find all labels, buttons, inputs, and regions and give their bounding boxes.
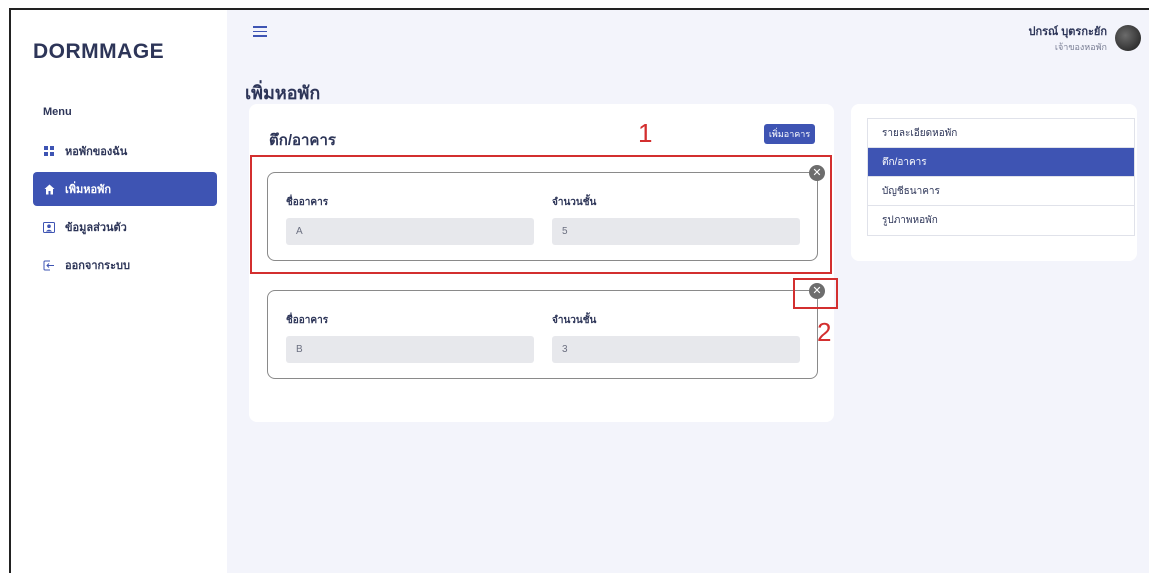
sidebar-item-label: เพิ่มหอพัก bbox=[65, 184, 112, 196]
sidebar-item-label: ข้อมูลส่วนตัว bbox=[65, 222, 127, 234]
annotation-number-1: 1 bbox=[638, 118, 653, 148]
sidebar-nav: หอพักของฉัน เพิ่มหอพัก ข้อมูลส่วนตัว ออก… bbox=[33, 134, 217, 286]
building-card-title: ตึก/อาคาร bbox=[269, 132, 336, 149]
building-name-label: ชื่ออาคาร bbox=[286, 315, 329, 326]
side-nav-item-details[interactable]: รายละเอียดหอพัก bbox=[868, 119, 1134, 148]
building-name-input[interactable]: B bbox=[286, 336, 534, 363]
sidebar-item-logout[interactable]: ออกจากระบบ bbox=[33, 248, 217, 282]
logout-icon bbox=[43, 259, 55, 271]
sidebar: DORMMAGE Menu หอพักของฉัน เพิ่มหอพัก ข้อ… bbox=[11, 10, 227, 573]
side-nav-list: รายละเอียดหอพัก ตึก/อาคาร บัญชีธนาคาร รู… bbox=[867, 118, 1135, 236]
user-profile[interactable]: ปกรณ์ บุตรกะยัก เจ้าของหอพัก bbox=[1028, 22, 1141, 54]
user-card-icon bbox=[43, 221, 55, 233]
building-entry: ชื่ออาคาร จำนวนชั้น B 3 ✕ bbox=[267, 283, 825, 379]
annotation-number-2: 2 bbox=[817, 317, 832, 347]
sidebar-item-label: หอพักของฉัน bbox=[65, 146, 128, 158]
floor-count-label: จำนวนชั้น bbox=[552, 315, 597, 326]
sidebar-item-my-dorms[interactable]: หอพักของฉัน bbox=[33, 134, 217, 168]
add-building-button[interactable]: เพิ่มอาคาร bbox=[764, 124, 815, 144]
sidebar-item-add-dorm[interactable]: เพิ่มหอพัก bbox=[33, 172, 217, 206]
grid-icon bbox=[43, 145, 55, 157]
sidebar-item-profile[interactable]: ข้อมูลส่วนตัว bbox=[33, 210, 217, 244]
side-nav-card: รายละเอียดหอพัก ตึก/อาคาร บัญชีธนาคาร รู… bbox=[851, 104, 1137, 261]
app-window: DORMMAGE Menu หอพักของฉัน เพิ่มหอพัก ข้อ… bbox=[9, 8, 1149, 573]
page-title: เพิ่มหอพัก bbox=[245, 83, 321, 103]
side-nav-item-bank-account[interactable]: บัญชีธนาคาร bbox=[868, 177, 1134, 206]
app-logo: DORMMAGE bbox=[33, 40, 165, 63]
hamburger-menu-icon[interactable] bbox=[253, 26, 267, 38]
main-content: ปกรณ์ บุตรกะยัก เจ้าของหอพัก เพิ่มหอพัก … bbox=[227, 10, 1149, 573]
floor-count-input[interactable]: 3 bbox=[552, 336, 800, 363]
annotation-box-2 bbox=[793, 278, 838, 309]
side-nav-item-buildings[interactable]: ตึก/อาคาร bbox=[868, 148, 1134, 177]
user-role: เจ้าของหอพัก bbox=[1054, 42, 1107, 52]
menu-title: Menu bbox=[43, 106, 72, 118]
side-nav-item-photos[interactable]: รูปภาพหอพัก bbox=[868, 206, 1134, 235]
user-name: ปกรณ์ บุตรกะยัก bbox=[1028, 26, 1107, 38]
annotation-box-1 bbox=[250, 155, 832, 274]
user-text: ปกรณ์ บุตรกะยัก เจ้าของหอพัก bbox=[1028, 22, 1107, 54]
avatar[interactable] bbox=[1115, 25, 1141, 51]
sidebar-item-label: ออกจากระบบ bbox=[65, 260, 130, 272]
home-icon bbox=[43, 183, 55, 195]
